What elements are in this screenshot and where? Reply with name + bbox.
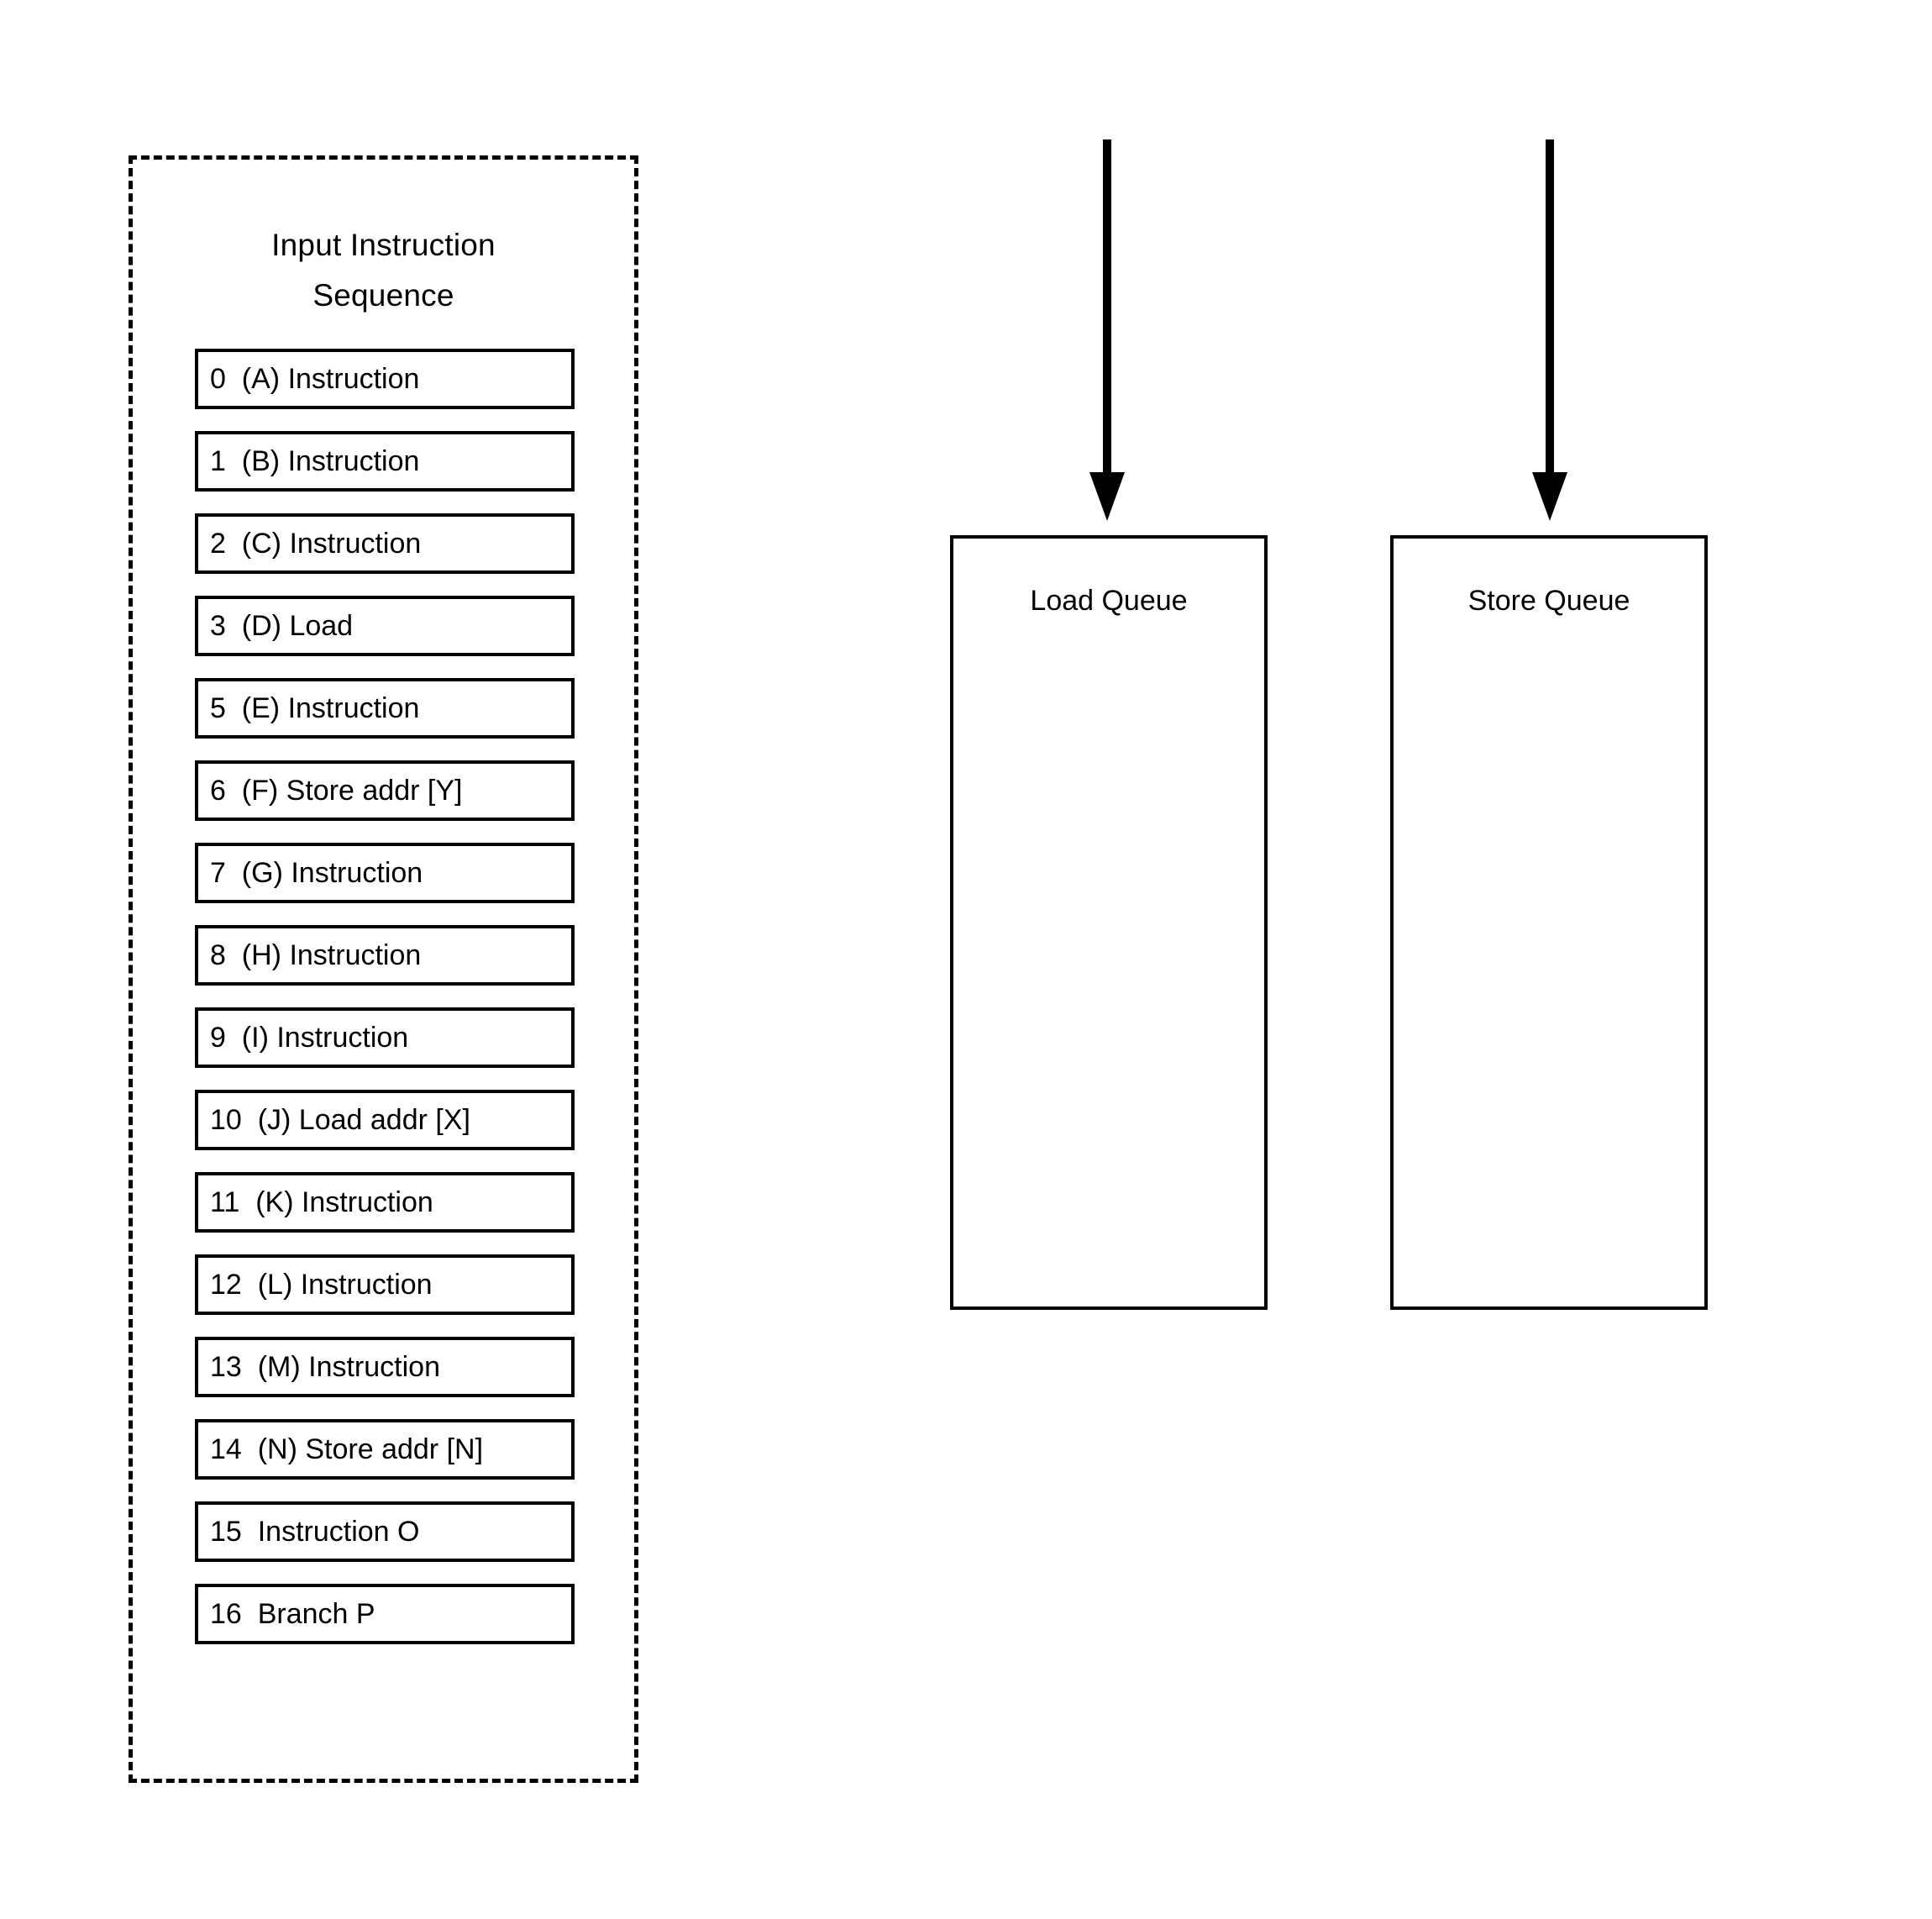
instruction-row-13[interactable]: 13 (M) Instruction: [195, 1337, 575, 1397]
instruction-label: 12 (L) Instruction: [210, 1269, 433, 1301]
store-queue-arrow-icon: [1530, 139, 1569, 523]
instruction-row-12[interactable]: 12 (L) Instruction: [195, 1254, 575, 1315]
instruction-label: 7 (G) Instruction: [210, 857, 423, 889]
instruction-label: 10 (J) Load addr [X]: [210, 1104, 470, 1136]
instruction-row-0[interactable]: 0 (A) Instruction: [195, 349, 575, 409]
instruction-label: 8 (H) Instruction: [210, 939, 422, 971]
load-queue-box[interactable]: Load Queue: [950, 535, 1268, 1310]
load-queue-arrow-icon: [1088, 139, 1126, 523]
instruction-row-5[interactable]: 5 (E) Instruction: [195, 678, 575, 739]
instruction-label: 11 (K) Instruction: [210, 1186, 433, 1218]
store-queue-label: Store Queue: [1467, 585, 1630, 617]
instruction-row-11[interactable]: 11 (K) Instruction: [195, 1172, 575, 1233]
instruction-label: 14 (N) Store addr [N]: [210, 1433, 484, 1465]
instruction-label: 2 (C) Instruction: [210, 528, 422, 560]
diagram-canvas: Input Instruction Sequence 0 (A) Instruc…: [0, 0, 1932, 1919]
instruction-label: 9 (I) Instruction: [210, 1022, 409, 1054]
instruction-row-15[interactable]: 15 Instruction O: [195, 1501, 575, 1562]
instruction-row-14[interactable]: 14 (N) Store addr [N]: [195, 1419, 575, 1480]
load-queue-label: Load Queue: [1030, 585, 1188, 617]
page-title: Input Instruction Sequence: [271, 228, 496, 313]
instruction-label: 5 (E) Instruction: [210, 692, 420, 724]
instruction-label: 13 (M) Instruction: [210, 1351, 440, 1383]
instruction-row-7[interactable]: 7 (G) Instruction: [195, 843, 575, 903]
instruction-label: 0 (A) Instruction: [210, 363, 420, 395]
instruction-row-6[interactable]: 6 (F) Store addr [Y]: [195, 760, 575, 821]
store-queue-box[interactable]: Store Queue: [1390, 535, 1708, 1310]
instruction-row-16[interactable]: 16 Branch P: [195, 1584, 575, 1644]
instruction-row-2[interactable]: 2 (C) Instruction: [195, 513, 575, 574]
instruction-label: 6 (F) Store addr [Y]: [210, 775, 463, 807]
instruction-label: 16 Branch P: [210, 1598, 375, 1630]
instruction-label: 3 (D) Load: [210, 610, 354, 642]
instruction-row-9[interactable]: 9 (I) Instruction: [195, 1007, 575, 1068]
instruction-row-10[interactable]: 10 (J) Load addr [X]: [195, 1090, 575, 1150]
instruction-row-8[interactable]: 8 (H) Instruction: [195, 925, 575, 986]
instruction-list: 0 (A) Instruction 1 (B) Instruction 2 (C…: [195, 349, 575, 1666]
instruction-row-3[interactable]: 3 (D) Load: [195, 596, 575, 656]
instruction-label: 15 Instruction O: [210, 1516, 420, 1548]
instruction-label: 1 (B) Instruction: [210, 445, 420, 477]
instruction-row-1[interactable]: 1 (B) Instruction: [195, 431, 575, 492]
